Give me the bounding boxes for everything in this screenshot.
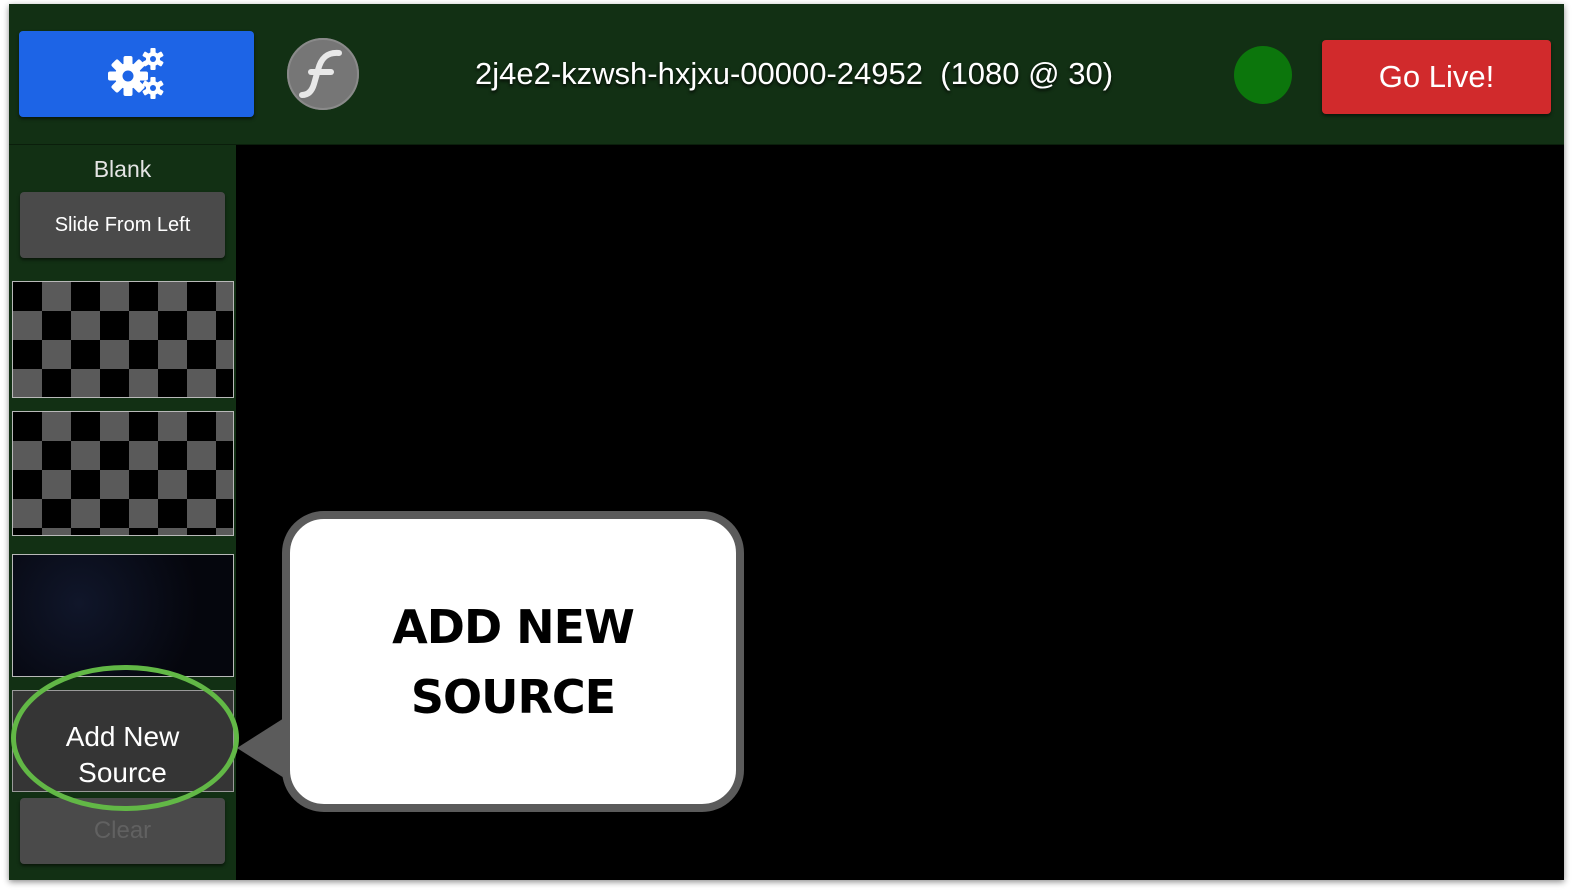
callout-text: ADD NEW SOURCE (392, 599, 635, 724)
flash-logo-icon (287, 38, 359, 110)
callout-bubble: ADD NEW SOURCE (237, 501, 754, 822)
source-thumbnail[interactable] (12, 554, 234, 677)
source-thumbnail[interactable] (12, 281, 234, 398)
highlight-circle (11, 665, 239, 811)
source-sidebar: Blank Slide From Left Add New Source Cle… (9, 145, 239, 880)
go-live-button[interactable]: Go Live! (1322, 40, 1551, 114)
source-thumbnail[interactable] (12, 411, 234, 536)
callout-box: ADD NEW SOURCE (282, 511, 744, 812)
blank-source-label[interactable]: Blank (9, 153, 236, 185)
stream-id-label: 2j4e2-kzwsh-hxjxu-00000-24952 (1080 @ 30… (474, 56, 1114, 91)
settings-button[interactable] (19, 31, 254, 117)
transition-button[interactable]: Slide From Left (20, 192, 225, 258)
gears-icon (107, 48, 163, 99)
top-toolbar: 2j4e2-kzwsh-hxjxu-00000-24952 (1080 @ 30… (9, 4, 1564, 145)
status-indicator (1234, 46, 1292, 104)
